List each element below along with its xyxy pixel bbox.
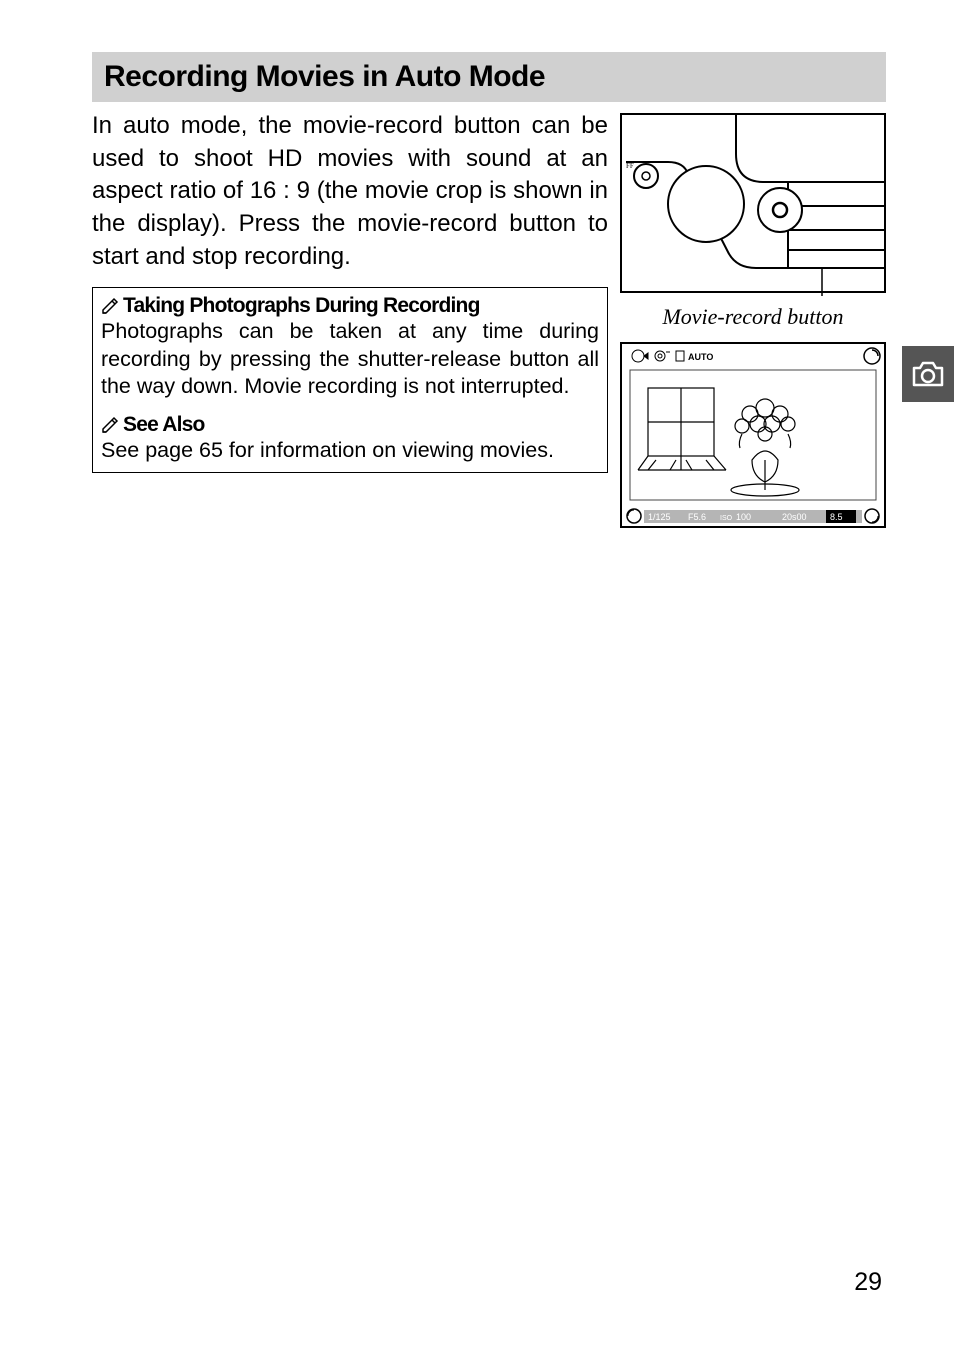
- note-title-1: Taking Photographs During Recording: [123, 294, 480, 318]
- svg-text:F5.6: F5.6: [688, 512, 706, 522]
- page-number: 29: [854, 1268, 882, 1297]
- pencil-icon: [101, 297, 119, 315]
- svg-text:ISO: ISO: [720, 515, 733, 522]
- note-box: Taking Photographs During Recording Phot…: [92, 287, 608, 473]
- svg-text:8.5: 8.5: [830, 512, 843, 522]
- note-body-2: See page 65 for information on viewing m…: [101, 437, 599, 465]
- camera-icon: [911, 360, 945, 388]
- svg-text:FF: FF: [626, 162, 634, 170]
- section-title: Recording Movies in Auto Mode: [92, 52, 886, 102]
- note-title-2: See Also: [123, 413, 205, 437]
- lcd-preview: AUTO: [620, 340, 886, 530]
- svg-text:1/125: 1/125: [648, 512, 671, 522]
- diagram-caption: Movie-record button: [620, 304, 886, 330]
- chapter-tab: [902, 346, 954, 402]
- intro-paragraph: In auto mode, the movie-record button ca…: [92, 110, 608, 273]
- camera-top-diagram: FF: [620, 110, 886, 298]
- pencil-icon: [101, 416, 119, 434]
- svg-text:AUTO: AUTO: [688, 352, 713, 362]
- svg-text:100: 100: [736, 512, 751, 522]
- note-body-1: Photographs can be taken at any time dur…: [101, 318, 599, 401]
- svg-text:20s00: 20s00: [782, 512, 807, 522]
